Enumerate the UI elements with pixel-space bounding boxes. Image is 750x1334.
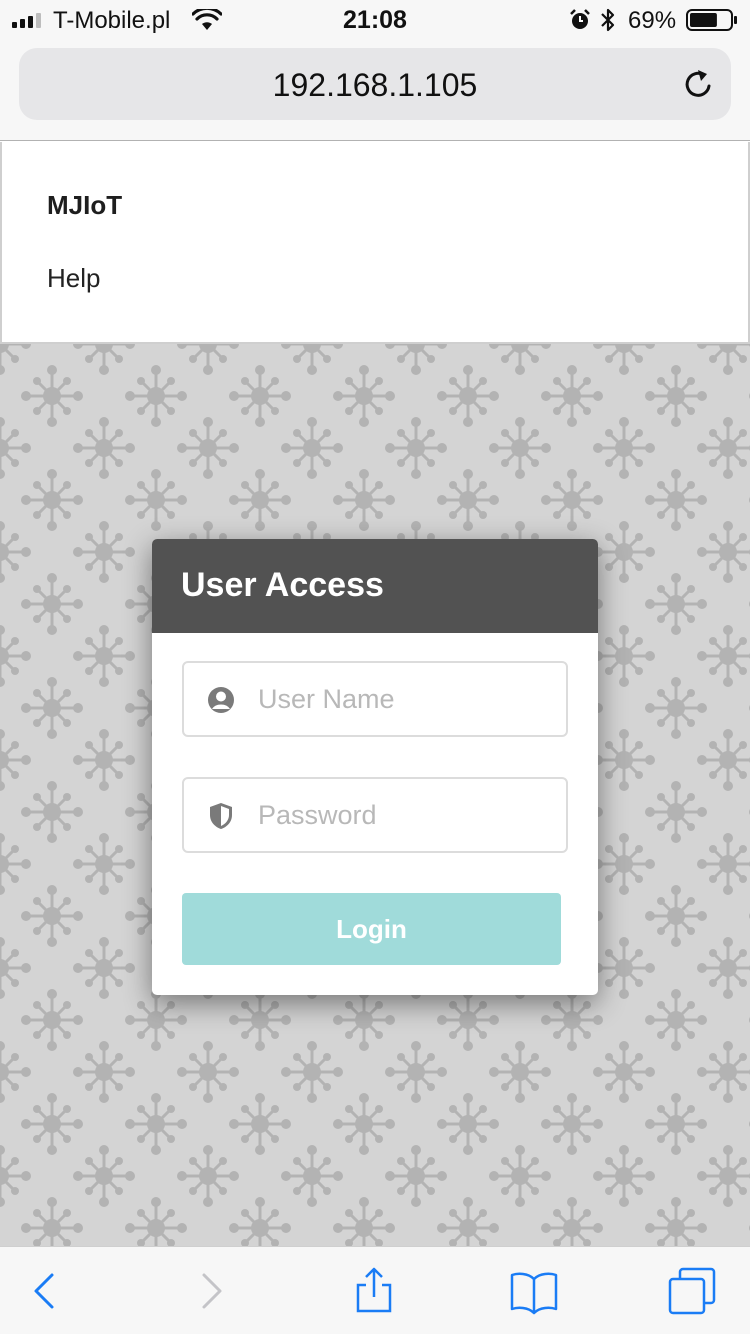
- browser-toolbar: [0, 1246, 750, 1334]
- brand-logo[interactable]: MJIoT: [47, 190, 122, 221]
- card-header: User Access: [152, 539, 598, 633]
- username-field[interactable]: [182, 661, 568, 737]
- bluetooth-icon: [601, 8, 615, 32]
- address-bar[interactable]: 192.168.1.105: [19, 48, 731, 120]
- battery-icon: [686, 9, 737, 31]
- help-link[interactable]: Help: [47, 263, 100, 294]
- page-header: MJIoT Help: [0, 142, 750, 344]
- signal-icon: [12, 13, 41, 28]
- card-title: User Access: [181, 566, 384, 604]
- status-bar: T-Mobile.pl 21:08 69%: [0, 0, 750, 40]
- bookmarks-icon[interactable]: [510, 1267, 558, 1315]
- browser-address-area: 192.168.1.105: [0, 40, 750, 141]
- share-icon[interactable]: [350, 1267, 398, 1315]
- carrier-name: T-Mobile.pl: [53, 7, 171, 34]
- forward-icon[interactable]: [188, 1267, 236, 1315]
- shield-icon: [210, 803, 232, 829]
- password-input[interactable]: [258, 779, 554, 851]
- login-card: User Access Login: [152, 539, 598, 995]
- battery-percent: 69%: [628, 7, 677, 34]
- password-field[interactable]: [182, 777, 568, 853]
- username-input[interactable]: [258, 663, 554, 735]
- back-icon[interactable]: [20, 1267, 68, 1315]
- wifi-icon: [192, 9, 222, 30]
- url-text[interactable]: 192.168.1.105: [19, 67, 731, 104]
- reload-icon[interactable]: [682, 67, 716, 101]
- user-icon: [208, 687, 234, 713]
- login-button[interactable]: Login: [182, 893, 561, 965]
- tabs-icon[interactable]: [668, 1267, 716, 1315]
- alarm-icon: [570, 9, 590, 29]
